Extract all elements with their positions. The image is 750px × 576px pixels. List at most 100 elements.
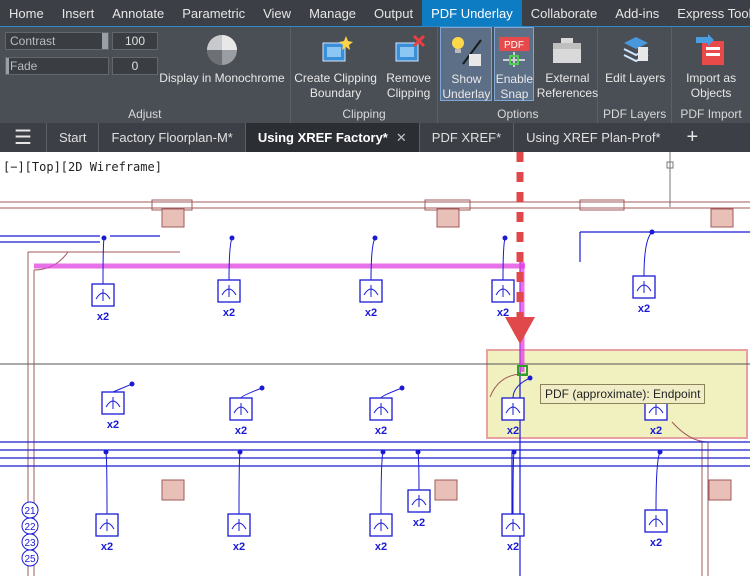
fixture-label: x2 [638,303,650,315]
junction-dot [380,449,386,455]
lighting-fixture[interactable]: x2 [95,449,119,554]
add-tab-icon[interactable]: + [673,126,713,149]
lighting-fixture[interactable]: x2 [91,235,115,324]
create-clipping-boundary-button[interactable]: Create Clipping Boundary [293,27,379,101]
menu-tab-add-ins[interactable]: Add-ins [606,0,668,26]
edit-layers-button[interactable]: Edit Layers [602,27,668,86]
adjust-panel-label: Adjust [128,107,162,121]
fixture-label: x2 [650,425,662,437]
lighting-fixture[interactable]: x2 [359,235,383,320]
show-underlay-button[interactable]: Show Underlay [440,27,493,101]
pdf-layers-panel: Edit Layers PDF Layers [598,27,673,124]
import-objects-icon [694,33,728,67]
file-tab-label: Start [59,130,87,145]
import-as-objects-button[interactable]: Import as Objects [676,27,746,101]
junction-dot [237,449,243,455]
circuit-number: 21 [24,506,36,517]
file-tab-using-xref-plan-prof[interactable]: Using XREF Plan-Prof* [513,123,672,152]
menu-tab-home[interactable]: Home [0,0,53,26]
menu-tab-collaborate[interactable]: Collaborate [522,0,607,26]
file-tab-factory-floorplan-m[interactable]: Factory Floorplan-M* [98,123,244,152]
enable-snap-button[interactable]: PDF Enable Snap [494,27,535,101]
junction-dot [657,449,663,455]
viewport-controls-label[interactable]: [−][Top][2D Wireframe] [3,160,162,174]
junction-dot [415,449,421,455]
drawing-svg[interactable]: x2 x2 x2 x2 x2 x2 x2 x2 x2 x2 x2 x2 x2 x2 x2 x2 2122232… [0,152,750,576]
lighting-fixture[interactable]: x2 [407,449,431,530]
menu-tab-manage[interactable]: Manage [300,0,365,26]
display-monochrome-button[interactable]: Display in Monochrome [156,27,288,86]
fade-slider-thumb[interactable] [6,58,9,74]
ribbon-panel: Contrast 100 Fade 0 Display in Monochrom… [0,26,750,124]
fixture-label: x2 [233,541,245,553]
lighting-fixture[interactable]: x2 [501,449,525,554]
lighting-fixture[interactable]: x2 [229,385,265,438]
lighting-fixture[interactable]: x2 [227,449,251,554]
fixture-wire [380,451,384,515]
fixture-wire [502,237,506,281]
close-icon[interactable]: ✕ [396,130,407,146]
menu-tab-insert[interactable]: Insert [53,0,104,26]
fixture-label: x2 [223,307,235,319]
lighting-fixture[interactable]: x2 [369,449,393,554]
fixture-wire [105,451,108,515]
circuit-number: 23 [24,538,36,549]
fade-label: Fade [10,59,38,73]
remove-clipping-button[interactable]: Remove Clipping [381,27,437,101]
fixture-label: x2 [365,307,377,319]
junction-dot [129,381,135,387]
create-clipping-icon [319,33,353,67]
menu-tab-pdf-underlay[interactable]: PDF Underlay [422,0,522,26]
file-tab-start[interactable]: Start [46,123,98,152]
junction-dot [649,229,655,235]
fixture-label: x2 [375,541,387,553]
menu-tab-view[interactable]: View [254,0,300,26]
file-tab-pdf-xref[interactable]: PDF XREF* [418,123,513,152]
fixture-label: x2 [507,541,519,553]
contrast-slider-thumb[interactable] [102,33,108,49]
drawing-canvas[interactable]: x2 x2 x2 x2 x2 x2 x2 x2 x2 x2 x2 x2 x2 x2 x2 x2 21 22 23 2… [0,152,750,576]
lighting-fixture[interactable]: x2 [369,385,405,438]
junction-dot [101,235,107,241]
menu-tab-parametric[interactable]: Parametric [173,0,254,26]
fixture-wire [240,387,263,399]
fixture-label: x2 [413,517,425,529]
external-references-button[interactable]: External References [537,27,598,101]
ribbon-menu-bar: Home Insert Annotate Parametric View Manage Ou… [0,0,750,26]
fixture-label: x2 [507,425,519,437]
remove-clipping-label: Remove Clipping [386,71,431,100]
contrast-slider[interactable]: Contrast [5,32,109,50]
lighting-fixture[interactable]: x2 [491,235,515,320]
junction-dot [229,235,235,241]
menu-tab-express-tools[interactable]: Express Tools [668,0,750,26]
junction-dot [372,235,378,241]
fixture-label: x2 [101,541,113,553]
show-underlay-label: Show Underlay [442,72,491,101]
fixture-wire [380,387,403,399]
lighting-fixture[interactable]: x2 [101,381,135,432]
clipping-panel: Create Clipping Boundary Remove Clipping… [291,27,439,124]
fade-value-field[interactable]: 0 [112,57,158,75]
lighting-fixture[interactable]: x2 [632,229,656,316]
contrast-label: Contrast [10,34,56,48]
fade-slider[interactable]: Fade [5,57,109,75]
menu-hamburger-icon[interactable]: ☰ [0,125,46,150]
svg-text:PDF: PDF [504,40,524,51]
pdf-layers-panel-label: PDF Layers [602,107,667,121]
file-tab-label: PDF XREF* [431,130,502,145]
fixture-label: x2 [107,419,119,431]
circuit-number-group: 21 22 23 25 [21,501,39,567]
junction-dot [511,449,517,455]
menu-tab-annotate[interactable]: Annotate [103,0,173,26]
remove-clipping-icon [392,33,426,67]
lighting-fixture[interactable]: x2 [217,235,241,320]
fixture-label: x2 [650,537,662,549]
junction-dot [103,449,109,455]
file-tab-using-xref-factory[interactable]: Using XREF Factory* ✕ [244,123,419,152]
contrast-value-field[interactable]: 100 [112,32,158,50]
menu-tab-output[interactable]: Output [365,0,422,26]
junction-dot [502,235,508,241]
lighting-fixture[interactable]: x2 [644,449,668,550]
enable-snap-label: Enable Snap [495,72,534,101]
adjust-panel: Contrast 100 Fade 0 Display in Monochrom… [0,27,291,124]
